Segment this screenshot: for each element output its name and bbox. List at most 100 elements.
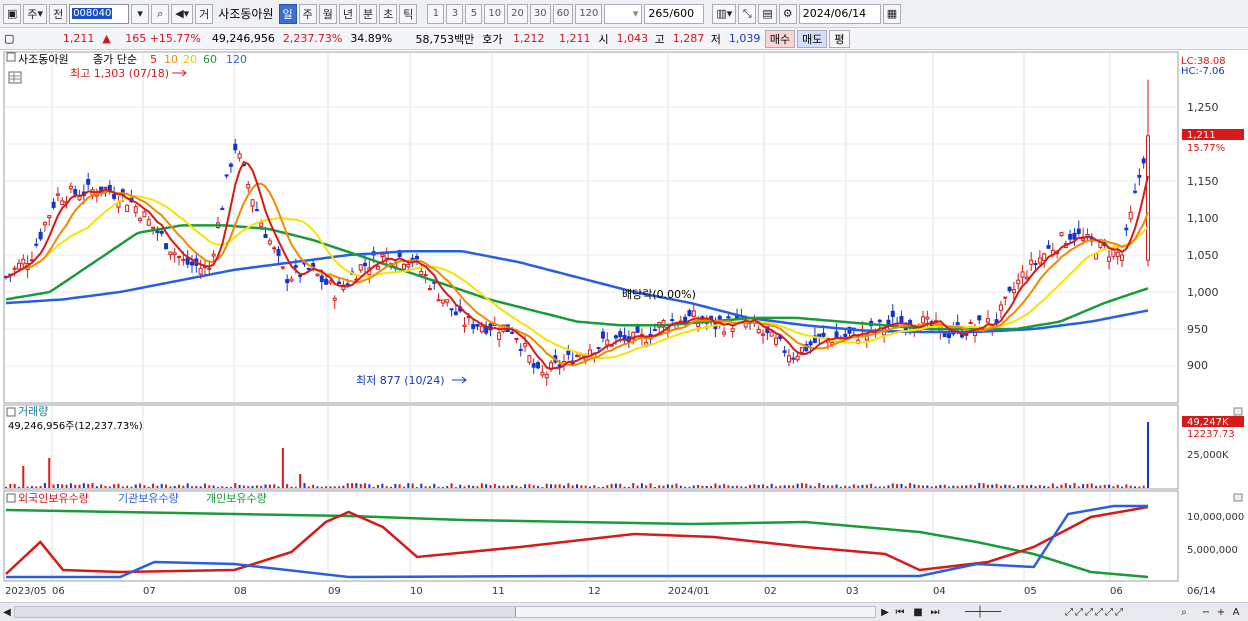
volume-bar [61, 484, 64, 488]
interval-120-button[interactable]: 120 [575, 3, 603, 24]
volume-bar [139, 483, 142, 488]
volume-bar [342, 485, 345, 488]
interval-10-button[interactable]: 10 [484, 3, 506, 24]
zoom-slider[interactable]: ──┼─── [948, 605, 1018, 620]
volume-bar [822, 485, 825, 488]
first-page-icon[interactable]: ⏮ [893, 605, 907, 620]
candle-body [1024, 276, 1029, 280]
interval-20-button[interactable]: 20 [507, 3, 528, 24]
candle-body [181, 258, 186, 261]
period-day-button[interactable]: 일 [278, 3, 297, 24]
volume-close-icon[interactable] [1233, 407, 1243, 416]
volume-bar [355, 483, 358, 488]
stock-chart[interactable]: 사조동아원 종가 단순 5 10 20 60 120 최고 1,303 (07/… [0, 50, 1248, 602]
candle-body [670, 319, 675, 322]
interval-1-button[interactable]: 1 [427, 3, 445, 24]
volume-bar [887, 485, 890, 488]
candle-body [691, 310, 696, 318]
candle-body [782, 350, 787, 353]
scroll-right-icon[interactable]: ▶ [880, 605, 890, 620]
candle-body [237, 153, 242, 159]
volume-bar [1064, 483, 1067, 488]
prev-button[interactable]: 전 [49, 3, 68, 24]
scroll-thumb[interactable] [515, 607, 875, 617]
trade-button[interactable]: 거 [195, 3, 214, 24]
volume-bar [113, 484, 116, 488]
count-input[interactable]: 265/600 [644, 3, 705, 24]
candle-body [250, 199, 255, 207]
candle-body [687, 310, 692, 317]
period-week-button[interactable]: 주 [298, 3, 317, 24]
candle-body [445, 299, 450, 303]
volume-bar [1090, 483, 1093, 488]
stop-icon[interactable]: ■ [911, 605, 925, 620]
period-tick-button[interactable]: 틱 [399, 3, 418, 24]
auto-scale-icon[interactable]: A [1230, 605, 1242, 620]
interval-3-button[interactable]: 3 [446, 3, 464, 24]
volume: 49,246,956 [211, 32, 275, 45]
draw-tool-icon[interactable]: ⤡ [738, 3, 757, 24]
volume-bar [995, 483, 998, 488]
scroll-left-icon[interactable]: ◀ [2, 605, 12, 620]
sell-button[interactable]: 매도 [797, 29, 828, 48]
volume-bar [420, 483, 423, 488]
volume-bar [948, 486, 951, 488]
table-icon[interactable] [8, 71, 22, 84]
panel-menu-icon[interactable] [6, 52, 16, 62]
scroll-track[interactable] [14, 606, 876, 618]
buy-button[interactable]: 매수 [764, 29, 796, 48]
y-tick-900: 900 [1187, 359, 1208, 372]
save-icon[interactable]: ▤ [758, 3, 777, 24]
chart-scrollbar[interactable]: ◀ ▶ ⏮ ■ ⏭ ──┼─── ⤢⤢⤢⤢⤢⤢ ⌕ − + A [0, 602, 1248, 621]
candle-body [198, 267, 203, 275]
eval-button[interactable]: 평 [829, 29, 850, 48]
candle-type-icon[interactable]: ▥▾ [712, 3, 737, 24]
period-month-button[interactable]: 월 [318, 3, 337, 24]
custom-interval-input[interactable]: ▾ [604, 3, 643, 24]
period-second-button[interactable]: 초 [379, 3, 398, 24]
code-dropdown-icon[interactable]: ▾ [131, 3, 150, 24]
tool-icons[interactable]: ⤢⤢⤢⤢⤢⤢ [1020, 605, 1170, 620]
volume-bar [480, 483, 483, 488]
zoom-search-icon[interactable]: ⌕ [1178, 605, 1190, 620]
window-icon[interactable]: ▣ [3, 3, 22, 24]
volume-bar [1056, 486, 1059, 488]
x-tick-08: 08 [234, 586, 247, 597]
candle-body [925, 316, 930, 320]
ma120-legend: 120 [226, 53, 247, 66]
volume-bar [364, 483, 367, 488]
volume-bar [679, 485, 682, 488]
volume-bar [229, 486, 232, 488]
candle-body [514, 337, 519, 340]
volume-bar [1138, 486, 1141, 488]
type-select[interactable]: 주 ▾ [23, 3, 48, 24]
zoom-out-icon[interactable]: − [1200, 605, 1212, 620]
stock-code-input[interactable]: 008040 [69, 3, 130, 24]
volume-bar [43, 483, 46, 488]
candle-body [1120, 254, 1125, 261]
date-input[interactable]: 2024/06/14 [798, 3, 881, 24]
holding-close-icon[interactable] [1233, 493, 1243, 502]
speaker-icon[interactable]: ◀▾ [171, 3, 194, 24]
period-minute-button[interactable]: 분 [359, 3, 378, 24]
holding-menu-icon[interactable] [6, 493, 16, 503]
volume-menu-icon[interactable] [6, 407, 16, 417]
candle-body [1094, 253, 1099, 260]
candle-body [42, 222, 47, 226]
candle-body [376, 266, 381, 270]
play-icon[interactable]: ⏭ [928, 605, 942, 620]
volume-bar [333, 486, 336, 488]
volume-bar [973, 485, 976, 488]
volume-bar [13, 484, 16, 488]
interval-60-button[interactable]: 60 [552, 3, 574, 24]
candle-body [306, 267, 311, 270]
interval-5-button[interactable]: 5 [465, 3, 483, 24]
period-year-button[interactable]: 년 [338, 3, 357, 24]
volume-bar [242, 485, 245, 488]
volume-bar [796, 483, 799, 488]
gear-icon[interactable]: ⚙ [778, 3, 797, 24]
interval-30-button[interactable]: 30 [529, 3, 551, 24]
search-icon[interactable]: ⌕ [151, 3, 170, 24]
calendar-icon[interactable]: ▦ [882, 3, 902, 24]
zoom-in-icon[interactable]: + [1215, 605, 1227, 620]
